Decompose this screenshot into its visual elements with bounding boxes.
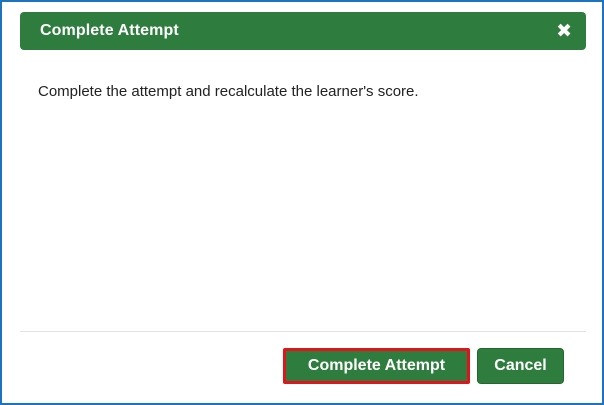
- cancel-button[interactable]: Cancel: [477, 348, 564, 384]
- complete-attempt-button[interactable]: Complete Attempt: [283, 348, 470, 384]
- footer-divider: [20, 331, 586, 332]
- dialog-title: Complete Attempt: [40, 22, 179, 39]
- close-icon[interactable]: ✖: [556, 22, 572, 41]
- dialog-message: Complete the attempt and recalculate the…: [38, 83, 419, 100]
- dialog-frame: Complete Attempt ✖ Complete the attempt …: [0, 0, 604, 405]
- dialog-header: Complete Attempt ✖: [20, 12, 586, 50]
